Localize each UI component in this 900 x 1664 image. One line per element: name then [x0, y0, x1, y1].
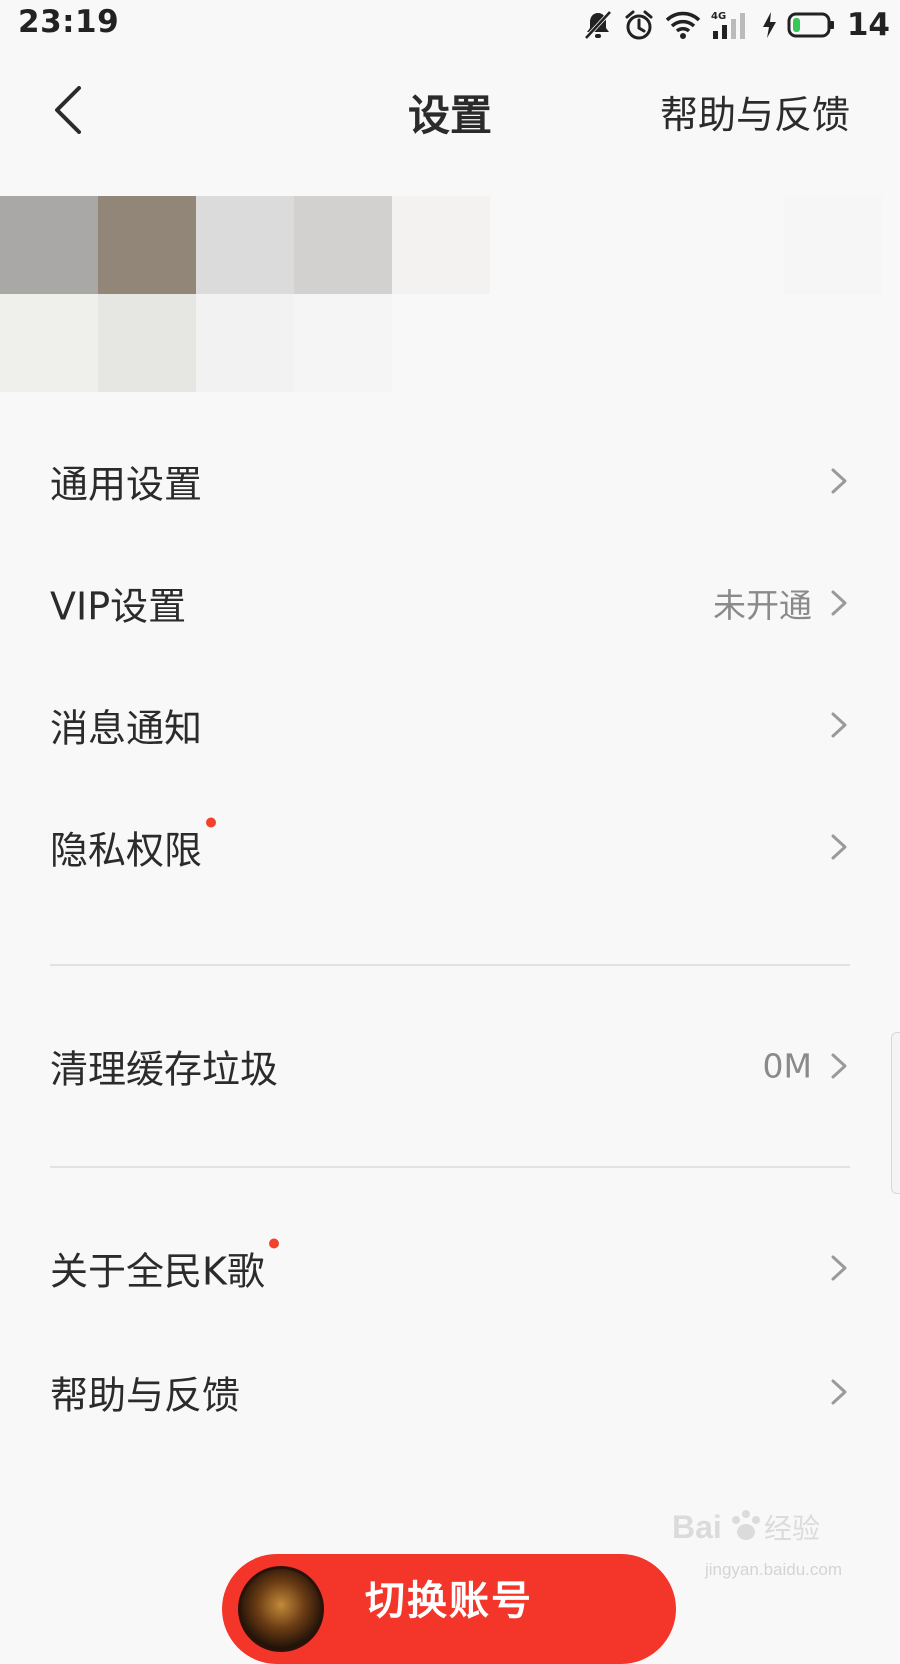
mute-icon [583, 9, 613, 41]
new-badge-dot [206, 817, 217, 828]
row-label: 消息通知 [50, 706, 203, 751]
banner-pixel [588, 196, 686, 294]
banner-pixel [392, 196, 490, 294]
settings-row-privacy[interactable]: 隐私权限 [0, 792, 900, 902]
banner-pixel [98, 294, 196, 392]
banner-pixel [98, 196, 196, 294]
section-divider [50, 964, 850, 966]
chevron-right-icon [831, 468, 847, 494]
battery-icon [787, 11, 835, 39]
edge-scroll-handle[interactable] [891, 1032, 900, 1194]
row-label-with-badge: 隐私权限 [50, 817, 217, 875]
svg-text:Bai: Bai [672, 1509, 722, 1545]
banner-pixel [686, 294, 784, 392]
chevron-right-icon [831, 1053, 847, 1079]
settings-row-vip[interactable]: VIP设置 未开通 [0, 548, 900, 658]
chevron-right-icon [831, 712, 847, 738]
baidu-paw-logo: Bai 经验 [672, 1509, 820, 1545]
cache-size-value: 0M [762, 1046, 812, 1086]
battery-level: 14 [846, 7, 890, 43]
status-time: 23:19 [18, 4, 120, 40]
row-label: 清理缓存垃圾 [50, 1047, 279, 1092]
wifi-icon [665, 10, 701, 40]
settings-row-about[interactable]: 关于全民K歌 [0, 1213, 900, 1323]
profile-banner[interactable] [0, 196, 882, 392]
switch-account-label: 切换账号 [365, 1578, 533, 1624]
row-label-text: 关于全民K歌 [50, 1249, 265, 1294]
row-label: VIP设置 [50, 584, 187, 629]
row-label-with-badge: 关于全民K歌 [50, 1238, 279, 1296]
settings-row-notifications[interactable]: 消息通知 [0, 670, 900, 780]
banner-pixel [490, 196, 588, 294]
alarm-icon [623, 9, 655, 41]
chevron-right-icon [831, 1255, 847, 1281]
banner-pixel [294, 196, 392, 294]
chevron-right-icon [831, 1379, 847, 1405]
banner-pixel [784, 294, 882, 392]
banner-pixel [0, 294, 98, 392]
banner-pixel [490, 294, 588, 392]
help-feedback-link[interactable]: 帮助与反馈 [660, 84, 850, 139]
back-button[interactable] [40, 82, 96, 138]
chevron-right-icon [831, 834, 847, 860]
row-label: 帮助与反馈 [50, 1373, 241, 1418]
network-label: 4G [711, 11, 726, 22]
chevron-left-icon [55, 86, 81, 134]
watermark-url: jingyan.baidu.com [704, 1560, 842, 1579]
banner-pixel [784, 196, 882, 294]
row-label: 通用设置 [50, 462, 203, 507]
banner-pixel [294, 294, 392, 392]
charging-icon [761, 11, 777, 39]
status-icons: 4G 14 [583, 6, 890, 44]
settings-row-help[interactable]: 帮助与反馈 [0, 1337, 900, 1447]
signal-4g-icon: 4G [711, 9, 751, 41]
nav-bar: 设置 帮助与反馈 [0, 60, 900, 160]
chevron-right-icon [831, 590, 847, 616]
banner-pixel [0, 196, 98, 294]
banner-pixel [392, 294, 490, 392]
new-badge-dot [268, 1238, 279, 1249]
settings-row-general[interactable]: 通用设置 [0, 426, 900, 536]
banner-pixel [196, 294, 294, 392]
svg-text:经验: 经验 [764, 1513, 820, 1544]
banner-pixel [686, 196, 784, 294]
row-label-text: 隐私权限 [50, 828, 203, 873]
banner-pixel [196, 196, 294, 294]
status-bar: 23:19 4G 14 [0, 0, 900, 50]
baidu-watermark: Bai 经验 jingyan.baidu.com [672, 1500, 842, 1580]
section-divider [50, 1166, 850, 1168]
settings-row-clear-cache[interactable]: 清理缓存垃圾 0M [0, 1011, 900, 1121]
switch-account-button[interactable]: 切换账号 [222, 1554, 676, 1664]
banner-pixel [588, 294, 686, 392]
vip-status-value: 未开通 [713, 586, 812, 625]
